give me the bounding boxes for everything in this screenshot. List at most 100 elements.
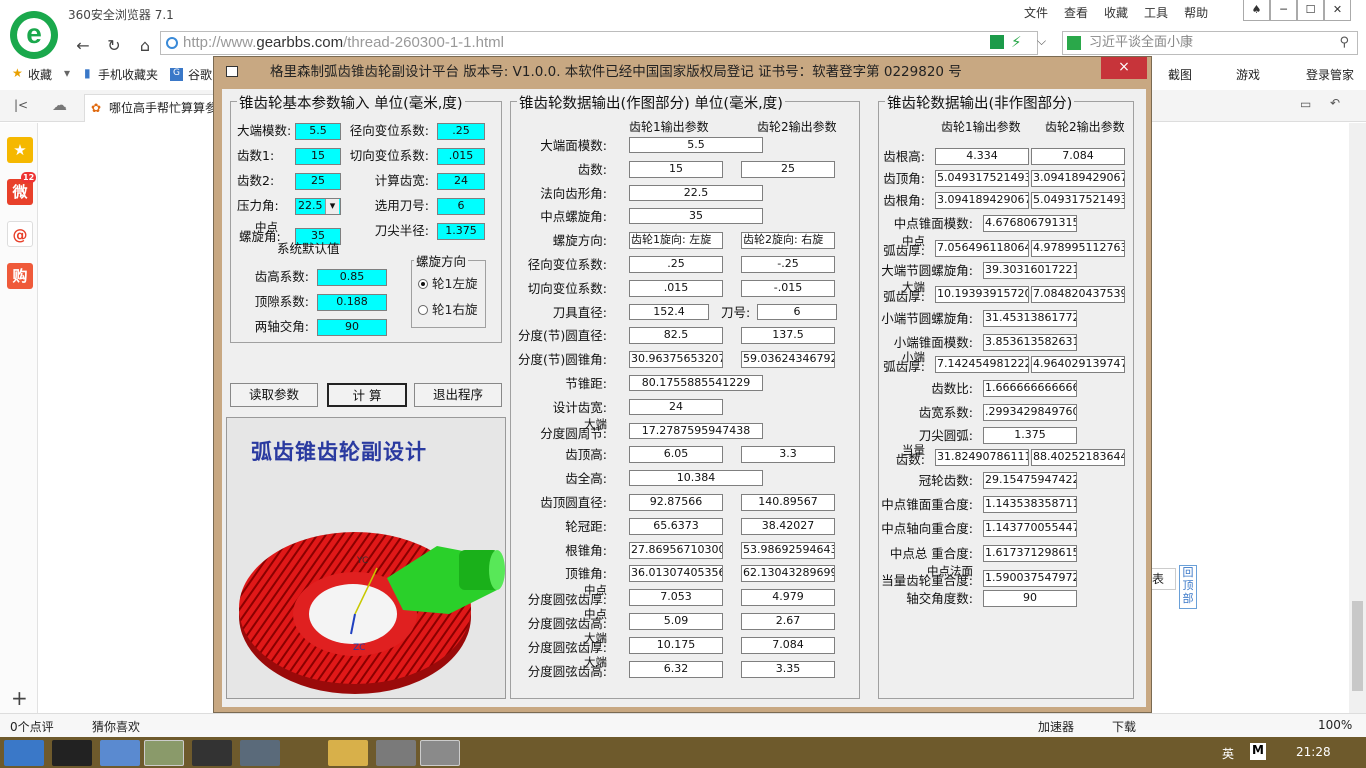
- recommend-link[interactable]: 猜你喜欢: [92, 718, 140, 735]
- gear2-output-field[interactable]: -.25: [741, 256, 835, 273]
- page-scrollbar[interactable]: [1349, 123, 1366, 713]
- gear2-output-field[interactable]: 140.89567: [741, 494, 835, 511]
- speed-icon[interactable]: ⚡: [1011, 33, 1022, 51]
- input-field[interactable]: 15: [295, 148, 341, 165]
- gear1-output-field[interactable]: 10.175: [629, 636, 723, 654]
- gear1-output-field[interactable]: 5.09: [629, 613, 723, 630]
- gear2-output-field[interactable]: 4.979: [741, 589, 835, 607]
- output-field[interactable]: 31.453138617728: [983, 310, 1077, 327]
- gear1-output-field[interactable]: 22.5: [629, 184, 763, 201]
- gear1-output-field[interactable]: 5.0493175214932: [935, 170, 1029, 187]
- gear1-output-field[interactable]: 5.5: [629, 137, 763, 153]
- taskbar-folder-icon[interactable]: [328, 740, 368, 766]
- shopping-icon[interactable]: 购: [7, 263, 33, 289]
- gear2-output-field[interactable]: 齿轮2旋向: 右旋: [741, 232, 835, 250]
- zoom-level[interactable]: 100%: [1318, 718, 1352, 732]
- gear1-output-field[interactable]: 65.6373: [629, 517, 723, 535]
- input-field[interactable]: .015: [437, 148, 485, 165]
- input-field[interactable]: 25: [295, 173, 341, 190]
- gear1-output-field[interactable]: 152.4: [629, 303, 709, 320]
- gear2-output-field[interactable]: 25: [741, 160, 835, 178]
- output-field[interactable]: 1.5900375479729: [983, 570, 1077, 587]
- gear1-output-field[interactable]: 3.0941894290676: [935, 192, 1029, 209]
- gear1-output-field[interactable]: 80.1755885541229: [629, 375, 763, 391]
- output-field[interactable]: 1.1437700554476: [983, 520, 1077, 537]
- mail-icon[interactable]: @: [7, 221, 33, 247]
- home-icon[interactable]: ⌂: [134, 36, 156, 56]
- gear1-output-field[interactable]: 82.5: [629, 327, 723, 345]
- output-field[interactable]: 90: [983, 590, 1077, 607]
- taskbar-app-icon[interactable]: [52, 740, 92, 766]
- taskbar-qq-icon[interactable]: [192, 740, 232, 766]
- gear1-output-field[interactable]: 4.334: [935, 148, 1029, 165]
- helix-left-radio[interactable]: 轮1左旋: [418, 273, 477, 292]
- favorites-star-icon[interactable]: ★: [7, 137, 33, 163]
- helix-right-radio[interactable]: 轮1右旋: [418, 299, 477, 318]
- gear1-output-field[interactable]: 7.0564961180649: [935, 240, 1029, 257]
- login-manager-link[interactable]: 登录管家: [1306, 66, 1354, 83]
- menu-file[interactable]: 文件: [1024, 4, 1048, 21]
- favorites-label[interactable]: 收藏: [28, 66, 52, 83]
- maximize-icon[interactable]: ☐: [1297, 0, 1324, 21]
- taskbar-browser-icon[interactable]: [144, 740, 184, 766]
- taskbar-gear-app-icon[interactable]: [420, 740, 460, 766]
- gear2-output-field[interactable]: 6: [757, 303, 837, 320]
- minimize-icon[interactable]: ─: [1270, 0, 1297, 21]
- gear2-output-field[interactable]: 137.5: [741, 327, 835, 345]
- gear2-output-field[interactable]: 38.42027: [741, 517, 835, 535]
- google-link[interactable]: 谷歌: [188, 66, 212, 83]
- tab-list-icon[interactable]: ▭: [1300, 97, 1311, 111]
- gear2-output-field[interactable]: 7.084: [1031, 148, 1125, 165]
- gear2-output-field[interactable]: 2.67: [741, 613, 835, 630]
- gear2-output-field[interactable]: 62.130432896994: [741, 565, 835, 583]
- read-params-button[interactable]: 读取参数: [230, 383, 318, 407]
- search-input[interactable]: 习近平谈全面小康 ⚲: [1062, 31, 1358, 55]
- gear1-output-field[interactable]: 齿轮1旋向: 左旋: [629, 232, 723, 250]
- gear2-output-field[interactable]: 7.0848204375397: [1031, 286, 1125, 303]
- close-browser-icon[interactable]: ✕: [1324, 0, 1351, 21]
- input-field[interactable]: 24: [437, 173, 485, 190]
- screenshot-link[interactable]: 截图: [1168, 66, 1192, 83]
- gear1-output-field[interactable]: 30.963756532073: [629, 351, 723, 369]
- gear1-output-field[interactable]: 10.384: [629, 470, 763, 487]
- back-icon[interactable]: ←: [72, 36, 94, 56]
- gear1-output-field[interactable]: 27.869567103005: [629, 541, 723, 559]
- search-icon[interactable]: ⚲: [1339, 32, 1349, 54]
- gear2-output-field[interactable]: 7.084: [741, 636, 835, 654]
- gear1-output-field[interactable]: 7.053: [629, 589, 723, 607]
- output-field[interactable]: 1.6666666666667: [983, 380, 1077, 397]
- output-field[interactable]: 39.303160172216: [983, 262, 1077, 279]
- gear2-output-field[interactable]: 53.986925946433: [741, 541, 835, 559]
- qr-icon[interactable]: [990, 35, 1004, 49]
- url-input[interactable]: http://www.gearbbs.com/thread-260300-1-1…: [160, 31, 1038, 55]
- menu-view[interactable]: 查看: [1064, 4, 1088, 21]
- input-field[interactable]: 5.5: [295, 123, 341, 140]
- sidebar-toggle-icon[interactable]: |<: [14, 98, 28, 112]
- output-field[interactable]: 3.8536135826319: [983, 334, 1077, 351]
- start-icon[interactable]: [4, 740, 44, 766]
- weibo-icon[interactable]: 微 12: [7, 172, 37, 205]
- gear2-output-field[interactable]: 3.0941894290676: [1031, 170, 1125, 187]
- gear2-output-field[interactable]: 4.9640291397475: [1031, 356, 1125, 373]
- default-field[interactable]: 0.188: [317, 294, 387, 311]
- gear1-output-field[interactable]: .015: [629, 279, 723, 297]
- undo-close-icon[interactable]: ↶: [1330, 96, 1340, 110]
- gear1-output-field[interactable]: 7.1424549812227: [935, 356, 1029, 373]
- output-field[interactable]: 1.1435383587119: [983, 496, 1077, 513]
- input-field[interactable]: 6: [437, 198, 485, 215]
- favorites-dropdown-icon[interactable]: ▾: [64, 66, 70, 80]
- add-sidebar-icon[interactable]: +: [11, 686, 28, 710]
- gear1-output-field[interactable]: 10.193939157204: [935, 286, 1029, 303]
- output-field[interactable]: 1.6173712986152: [983, 545, 1077, 562]
- pressure-angle-select[interactable]: 22.5 ▾: [295, 198, 341, 215]
- gear1-output-field[interactable]: 15: [629, 160, 723, 178]
- output-field[interactable]: 4.6768067913159: [983, 215, 1077, 232]
- gear2-output-field[interactable]: 3.35: [741, 660, 835, 678]
- taskbar-app-icon[interactable]: [100, 740, 140, 766]
- mobile-favorites-link[interactable]: 手机收藏夹: [98, 66, 158, 83]
- default-field[interactable]: 0.85: [317, 269, 387, 286]
- gear1-output-field[interactable]: 92.87566: [629, 494, 723, 511]
- calculate-button[interactable]: 计 算: [327, 383, 407, 407]
- gear2-output-field[interactable]: 4.9789951127638: [1031, 240, 1125, 257]
- cloud-icon[interactable]: ☁: [52, 96, 67, 114]
